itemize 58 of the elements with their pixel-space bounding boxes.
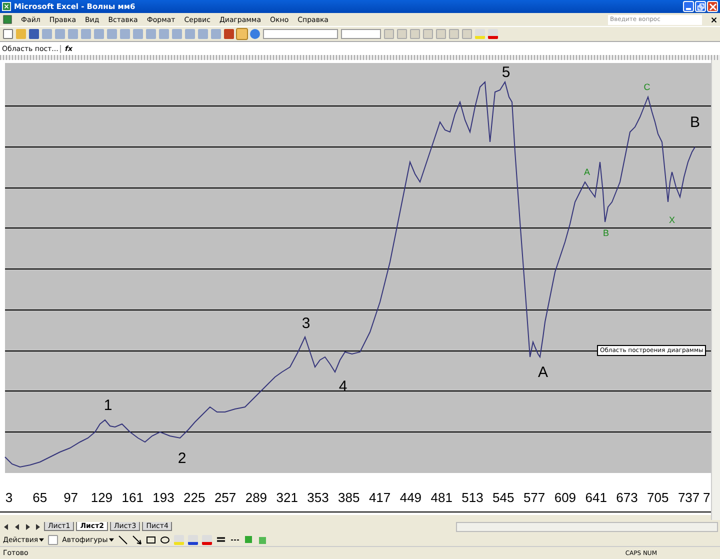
font-color-icon[interactable] [202, 534, 212, 544]
axis-label: 577 [523, 490, 546, 505]
wave-label: 4 [338, 378, 348, 395]
axis-label: 609 [554, 490, 576, 505]
wave-label: B [690, 114, 700, 131]
close-button[interactable] [707, 1, 718, 12]
axis-label: 257 [214, 490, 236, 505]
fill-color-icon[interactable] [174, 534, 184, 544]
axis-label: 385 [338, 490, 360, 505]
wave-label: A [538, 364, 548, 381]
axis-label: 3 [5, 490, 13, 505]
line-icon[interactable] [118, 534, 128, 544]
wave-label: X [669, 215, 675, 225]
axis-label: 737 [678, 490, 700, 505]
caret-icon[interactable] [108, 538, 114, 542]
axis-label: 673 [616, 490, 638, 505]
axis-label: 417 [368, 490, 391, 505]
axis-label: 97 [64, 490, 78, 505]
wave-label: 3 [302, 315, 310, 332]
axis-label: 321 [276, 490, 298, 505]
axis-label: 481 [430, 490, 452, 505]
wave-label: C [644, 82, 650, 92]
fill-color-icon[interactable] [475, 29, 485, 39]
axis-label: 545 [492, 490, 514, 505]
caret-icon[interactable] [39, 538, 44, 542]
close-icon [708, 2, 716, 10]
sheet-navigation-icon[interactable] [2, 522, 42, 530]
wave-label: 2 [178, 450, 186, 467]
font-color-icon[interactable] [488, 29, 498, 39]
axis-label: 513 [462, 490, 484, 505]
axis-label: 129 [90, 490, 113, 505]
axis-label: 65 [32, 490, 48, 505]
wave-label: 1 [104, 397, 112, 414]
axis-label: 449 [400, 490, 422, 505]
line-color-icon[interactable] [188, 534, 198, 544]
axis-label: 193 [152, 490, 174, 505]
vertical-scrollbar[interactable] [711, 60, 720, 520]
horizontal-scrollbar[interactable] [456, 522, 718, 532]
oval-icon[interactable] [160, 534, 170, 544]
font-dropdown[interactable] [263, 29, 338, 39]
minimize-button[interactable] [683, 1, 694, 12]
restore-icon [696, 2, 704, 10]
restore-button[interactable] [695, 1, 706, 12]
axis-label: 705 [647, 490, 669, 505]
rectangle-icon[interactable] [146, 534, 156, 544]
axis-label: 641 [585, 490, 607, 505]
font-size-dropdown[interactable] [341, 29, 381, 39]
axis-label: 225 [184, 490, 206, 505]
axis-label: 289 [245, 490, 268, 505]
wave-label: B [603, 228, 609, 238]
line-style-icon[interactable] [216, 534, 226, 544]
wave-label: A [584, 167, 590, 177]
axis-label: 353 [307, 490, 329, 505]
axis-label: 161 [122, 490, 144, 505]
wave-label: 5 [502, 64, 510, 81]
close-icon[interactable] [711, 16, 717, 22]
arrow-icon[interactable] [132, 534, 142, 544]
axis-label: 7 [703, 490, 710, 505]
